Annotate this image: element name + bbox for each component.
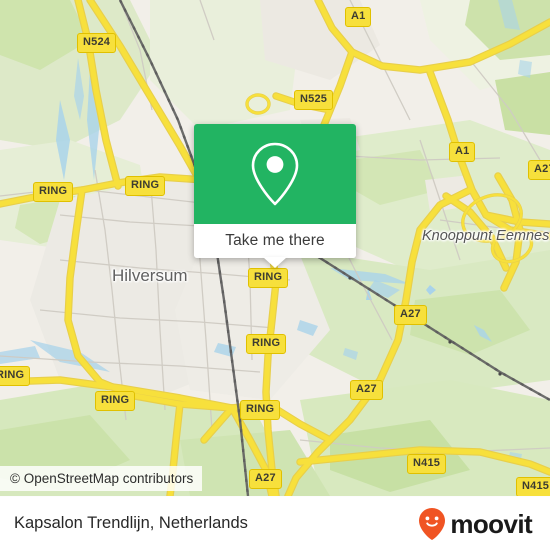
road-shield-a1-east: A1 bbox=[449, 142, 476, 162]
road-shield-n524: N524 bbox=[77, 33, 117, 53]
road-shield-ring-west-edge: RING bbox=[0, 366, 31, 386]
road-shield-a1-north: A1 bbox=[345, 7, 372, 27]
road-shield-ring-north: RING bbox=[125, 176, 166, 196]
road-shield-ring-center: RING bbox=[248, 268, 289, 288]
place-title: Kapsalon Trendlijn, Netherlands bbox=[14, 514, 248, 532]
road-shield-ring-northwest: RING bbox=[33, 182, 74, 202]
attribution-text: © OpenStreetMap contributors bbox=[10, 471, 194, 486]
callout-pointer-tail bbox=[263, 257, 287, 268]
callout-action-bar[interactable]: Take me there bbox=[194, 224, 356, 268]
take-me-there-callout[interactable]: Take me there bbox=[194, 124, 356, 268]
road-shield-a27-east: A27 bbox=[394, 305, 427, 325]
callout-header bbox=[194, 124, 356, 224]
road-shield-n525: N525 bbox=[294, 90, 334, 110]
take-me-there-label: Take me there bbox=[225, 232, 325, 249]
map-canvas[interactable]: Hilversum Knooppunt Eemnes N524 A1 N525 … bbox=[0, 0, 550, 496]
place-label-hilversum: Hilversum bbox=[112, 266, 188, 285]
footer-bar: Kapsalon Trendlijn, Netherlands moovit bbox=[0, 496, 550, 550]
map-pin-outline-icon bbox=[251, 142, 299, 206]
road-shield-ring-south-center: RING bbox=[246, 334, 287, 354]
place-label-knooppunt-eemnes: Knooppunt Eemnes bbox=[422, 228, 550, 244]
road-shield-a27-south: A27 bbox=[249, 469, 282, 489]
map-page: Hilversum Knooppunt Eemnes N524 A1 N525 … bbox=[0, 0, 550, 550]
road-shield-ring-southwest: RING bbox=[95, 391, 136, 411]
moovit-smiling-pin-icon bbox=[419, 507, 446, 540]
moovit-brand[interactable]: moovit bbox=[417, 507, 533, 541]
road-shield-n415-edge: N415 bbox=[516, 477, 550, 496]
moovit-wordmark: moovit bbox=[450, 508, 532, 539]
road-shield-a27-southeast: A27 bbox=[350, 380, 383, 400]
map-attribution: © OpenStreetMap contributors bbox=[0, 466, 203, 491]
road-shield-n415: N415 bbox=[407, 454, 447, 474]
road-shield-ring-south: RING bbox=[240, 400, 281, 420]
road-shield-a27-northeast: A27 bbox=[528, 160, 550, 180]
